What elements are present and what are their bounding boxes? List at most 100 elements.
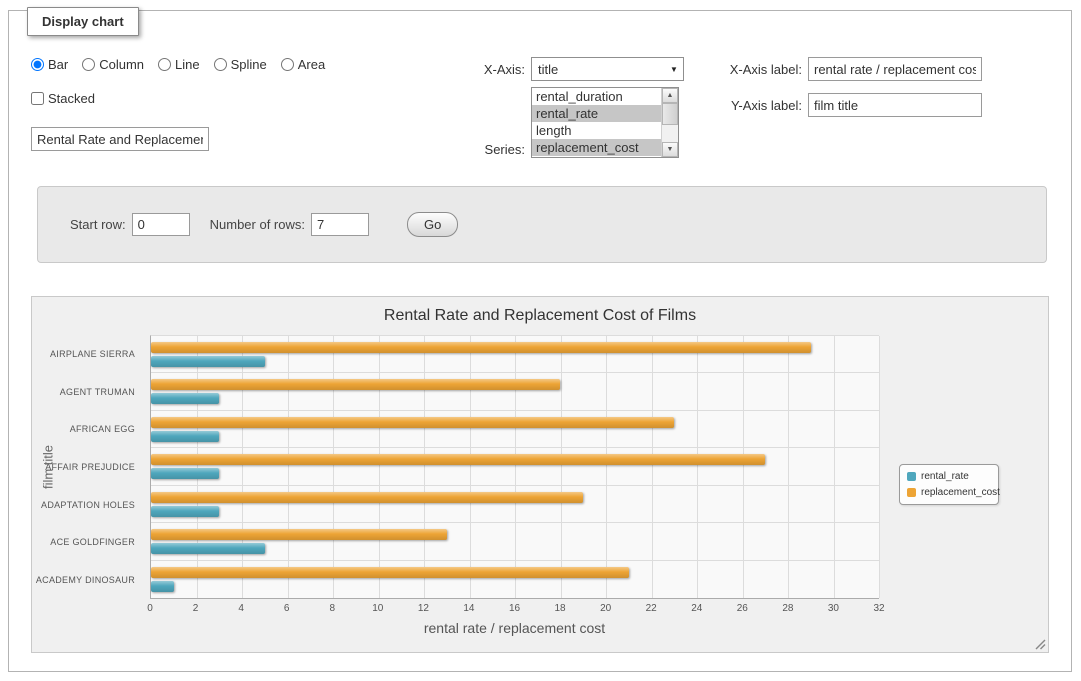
- series-options: rental_durationrental_ratelengthreplacem…: [532, 88, 661, 157]
- chevron-down-icon: ▼: [665, 65, 683, 74]
- category-label: ADAPTATION HOLES: [32, 486, 144, 524]
- series-option-length[interactable]: length: [532, 122, 661, 139]
- bar-rental_rate[interactable]: [151, 543, 265, 554]
- y-axis-label-input[interactable]: [808, 93, 982, 117]
- stacked-label: Stacked: [48, 91, 95, 106]
- x-tick-label: 30: [828, 603, 839, 614]
- chart-panel: Rental Rate and Replacement Cost of Film…: [31, 296, 1049, 653]
- bar-rental_rate[interactable]: [151, 393, 219, 404]
- x-tick-label: 14: [463, 603, 474, 614]
- x-tick-label: 16: [509, 603, 520, 614]
- category-axis-labels: AIRPLANE SIERRAAGENT TRUMANAFRICAN EGGAF…: [32, 335, 144, 599]
- category-row: [151, 561, 879, 598]
- chart-type-radio-label: Column: [99, 57, 144, 72]
- series-list-label: Series:: [441, 142, 525, 157]
- chart-type-radio-bar[interactable]: Bar: [31, 57, 68, 72]
- series-option-rental_duration[interactable]: rental_duration: [532, 88, 661, 105]
- stacked-checkbox-row: Stacked: [31, 91, 95, 106]
- chart-type-radio-input-area[interactable]: [281, 58, 294, 71]
- chart-type-radio-input-bar[interactable]: [31, 58, 44, 71]
- rows-panel: Start row: Number of rows: Go: [37, 186, 1047, 263]
- series-listbox: rental_durationrental_ratelengthreplacem…: [531, 87, 679, 158]
- x-axis-selected-value: title: [532, 62, 665, 77]
- legend-swatch-icon: [907, 488, 916, 497]
- chart-type-radio-spline[interactable]: Spline: [214, 57, 267, 72]
- bar-replacement_cost[interactable]: [151, 454, 765, 465]
- legend-swatch-icon: [907, 472, 916, 481]
- scrollbar-thumb[interactable]: [662, 103, 678, 125]
- bar-replacement_cost[interactable]: [151, 529, 447, 540]
- bar-rental_rate[interactable]: [151, 431, 219, 442]
- bar-rental_rate[interactable]: [151, 581, 174, 592]
- legend-entry-replacement_cost[interactable]: replacement_cost: [907, 487, 991, 498]
- category-row: [151, 448, 879, 485]
- triangle-up-icon[interactable]: ▲: [662, 88, 678, 103]
- x-axis-label-label: X-Axis label:: [714, 62, 802, 77]
- bar-rental_rate[interactable]: [151, 506, 219, 517]
- chart-type-radio-label: Spline: [231, 57, 267, 72]
- category-row: [151, 373, 879, 410]
- bar-replacement_cost[interactable]: [151, 379, 560, 390]
- bar-rental_rate[interactable]: [151, 356, 265, 367]
- number-of-rows-input[interactable]: [311, 213, 369, 236]
- series-option-rental_rate[interactable]: rental_rate: [532, 105, 661, 122]
- x-tick-label: 22: [646, 603, 657, 614]
- x-axis-label-input[interactable]: [808, 57, 982, 81]
- series-scrollbar[interactable]: ▲ ▼: [661, 88, 678, 157]
- x-tick-label: 10: [372, 603, 383, 614]
- chart-type-radio-area[interactable]: Area: [281, 57, 325, 72]
- triangle-down-icon[interactable]: ▼: [662, 142, 678, 157]
- category-label: AGENT TRUMAN: [32, 373, 144, 411]
- category-row: [151, 486, 879, 523]
- category-label: AIRPLANE SIERRA: [32, 335, 144, 373]
- chart-type-radio-input-column[interactable]: [82, 58, 95, 71]
- category-label: AFFAIR PREJUDICE: [32, 448, 144, 486]
- chart-legend: rental_rate replacement_cost: [899, 464, 999, 505]
- chart-type-radio-label: Area: [298, 57, 325, 72]
- chart-type-radio-line[interactable]: Line: [158, 57, 200, 72]
- chart-type-radio-input-line[interactable]: [158, 58, 171, 71]
- chart-type-radio-group: Bar Column Line Spline Area: [31, 57, 325, 72]
- bar-replacement_cost[interactable]: [151, 417, 674, 428]
- bar-rental_rate[interactable]: [151, 468, 219, 479]
- x-tick-label: 8: [329, 603, 335, 614]
- series-option-replacement_cost[interactable]: replacement_cost: [532, 139, 661, 156]
- category-label: ACADEMY DINOSAUR: [32, 561, 144, 599]
- number-of-rows-label: Number of rows:: [210, 217, 305, 232]
- bar-replacement_cost[interactable]: [151, 342, 811, 353]
- display-chart-fieldset: Display chart BarColumnLineSplineArea St…: [8, 10, 1072, 672]
- chart-type-radio-label: Line: [175, 57, 200, 72]
- bar-replacement_cost[interactable]: [151, 492, 583, 503]
- x-axis-tick-labels: 02468101214161820222426283032: [150, 603, 879, 617]
- chart-type-radio-input-spline[interactable]: [214, 58, 227, 71]
- start-row-input[interactable]: [132, 213, 190, 236]
- x-tick-label: 26: [737, 603, 748, 614]
- scrollbar-track[interactable]: [662, 103, 678, 142]
- category-row: [151, 336, 879, 373]
- category-row: [151, 523, 879, 560]
- start-row-label: Start row:: [70, 217, 126, 232]
- x-tick-label: 6: [284, 603, 290, 614]
- x-tick-label: 24: [691, 603, 702, 614]
- go-button[interactable]: Go: [407, 212, 458, 237]
- legend-entry-rental_rate[interactable]: rental_rate: [907, 471, 991, 482]
- x-tick-label: 12: [418, 603, 429, 614]
- stacked-checkbox[interactable]: [31, 92, 44, 105]
- category-label: AFRICAN EGG: [32, 410, 144, 448]
- x-axis-select[interactable]: title ▼: [531, 57, 684, 81]
- x-tick-label: 20: [600, 603, 611, 614]
- x-tick-label: 28: [782, 603, 793, 614]
- x-tick-label: 32: [873, 603, 884, 614]
- resize-handle-icon[interactable]: [1035, 639, 1046, 650]
- category-label: ACE GOLDFINGER: [32, 524, 144, 562]
- gridline: [879, 336, 880, 598]
- x-tick-label: 18: [555, 603, 566, 614]
- y-axis-label-label: Y-Axis label:: [714, 98, 802, 113]
- x-tick-label: 4: [238, 603, 244, 614]
- bar-replacement_cost[interactable]: [151, 567, 629, 578]
- x-tick-label: 2: [193, 603, 199, 614]
- chart-title-input[interactable]: [31, 127, 209, 151]
- x-axis-select-label: X-Axis:: [441, 62, 525, 77]
- chart-title: Rental Rate and Replacement Cost of Film…: [32, 307, 1048, 325]
- chart-type-radio-column[interactable]: Column: [82, 57, 144, 72]
